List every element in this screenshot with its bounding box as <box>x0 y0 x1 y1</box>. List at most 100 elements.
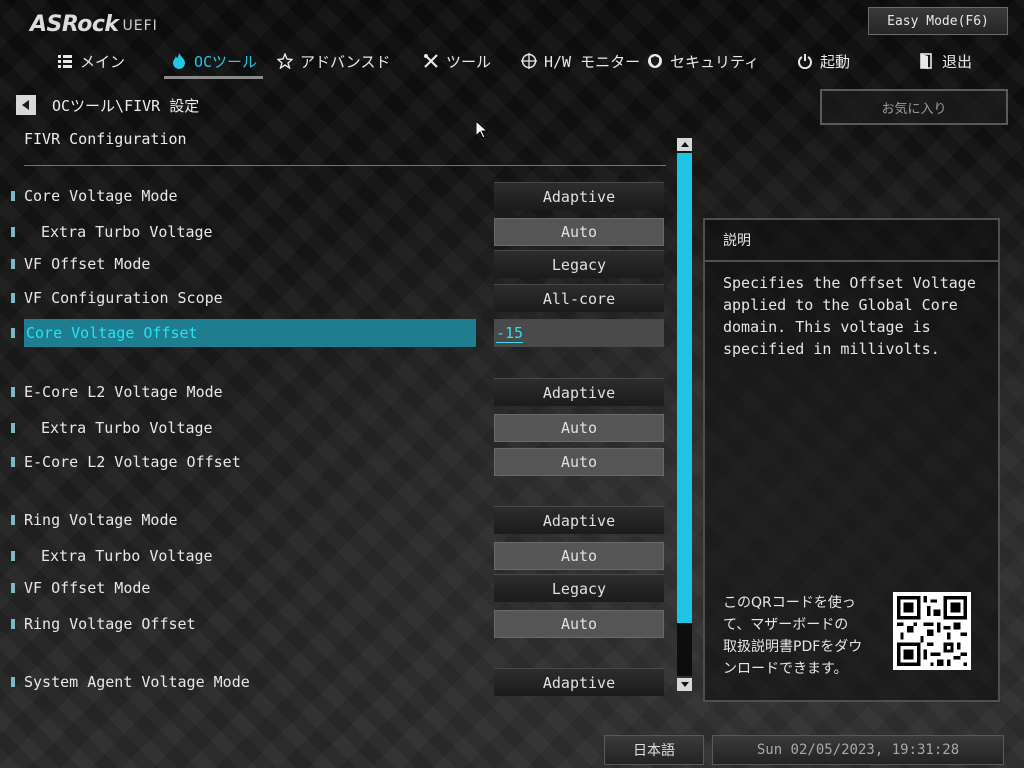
vf-offset-mode-select[interactable]: Legacy <box>494 250 664 278</box>
ecore-extra-turbo-voltage-input[interactable]: Auto <box>494 414 664 442</box>
setting-core-extra-turbo-voltage: Extra Turbo Voltage Auto <box>0 218 668 246</box>
row-marker <box>11 259 15 269</box>
setting-label: VF Offset Mode <box>24 255 151 273</box>
row-marker <box>11 423 15 433</box>
ecore-l2-voltage-offset-input[interactable]: Auto <box>494 448 664 476</box>
setting-label: Extra Turbo Voltage <box>41 223 213 241</box>
section-title: FIVR Configuration <box>24 130 187 148</box>
core-extra-turbo-voltage-input[interactable]: Auto <box>494 218 664 246</box>
star-icon <box>276 52 294 70</box>
setting-system-agent-voltage-mode: System Agent Voltage Mode Adaptive <box>0 668 668 696</box>
tab-hw-monitor-label: H/W モニター <box>544 52 641 71</box>
core-voltage-mode-select[interactable]: Adaptive <box>494 182 664 210</box>
row-marker <box>11 457 15 467</box>
datetime-display: Sun 02/05/2023, 19:31:28 <box>712 735 1004 765</box>
system-agent-voltage-mode-select[interactable]: Adaptive <box>494 668 664 696</box>
qr-caption: このQRコードを使っ て、マザーボードの 取扱説明書PDFをダウ ンロードできま… <box>723 595 863 677</box>
setting-label-row[interactable]: E-Core L2 Voltage Mode <box>24 378 476 406</box>
tab-advanced-label: アドバンスド <box>300 52 391 71</box>
scrollbar-thumb[interactable] <box>677 153 692 623</box>
row-marker <box>11 191 15 201</box>
tab-security[interactable]: セキュリティ <box>646 45 759 77</box>
asrock-logo: ASRock UEFI <box>30 9 158 37</box>
ecore-l2-voltage-mode-select[interactable]: Adaptive <box>494 378 664 406</box>
setting-core-voltage-mode: Core Voltage Mode Adaptive <box>0 182 668 210</box>
setting-label: Ring Voltage Offset <box>24 615 196 633</box>
row-marker <box>11 551 15 561</box>
setting-ecore-l2-voltage-mode: E-Core L2 Voltage Mode Adaptive <box>0 378 668 406</box>
setting-label-row[interactable]: VF Configuration Scope <box>24 284 476 312</box>
ring-voltage-offset-input[interactable]: Auto <box>494 610 664 638</box>
language-button[interactable]: 日本語 <box>604 735 704 765</box>
power-icon <box>796 52 814 70</box>
setting-label-row[interactable]: VF Offset Mode <box>24 250 476 278</box>
section-divider <box>24 165 666 166</box>
setting-label: Extra Turbo Voltage <box>41 547 213 565</box>
setting-label-row[interactable]: Extra Turbo Voltage <box>24 218 476 246</box>
description-title: 説明 <box>705 220 998 262</box>
mouse-cursor-icon <box>476 121 488 139</box>
scroll-up-button[interactable] <box>677 138 692 151</box>
scroll-down-button[interactable] <box>677 678 692 691</box>
setting-label-row[interactable]: E-Core L2 Voltage Offset <box>24 448 476 476</box>
setting-label-row[interactable]: Ring Voltage Offset <box>24 610 476 638</box>
list-icon <box>56 52 74 70</box>
row-marker <box>11 387 15 397</box>
logo-sub-text: UEFI <box>122 18 158 34</box>
tab-security-label: セキュリティ <box>670 52 760 71</box>
setting-label: Core Voltage Offset <box>26 324 198 342</box>
setting-label: VF Configuration Scope <box>24 289 223 307</box>
setting-core-voltage-offset: Core Voltage Offset -15 <box>0 319 668 347</box>
shield-icon <box>646 52 664 70</box>
logo-main-text: ASRock <box>30 12 119 37</box>
setting-label-row[interactable]: Extra Turbo Voltage <box>24 414 476 442</box>
tab-boot-label: 起動 <box>820 52 851 71</box>
tab-exit[interactable]: 退出 <box>918 45 972 77</box>
tab-oc-tweaker[interactable]: OCツール <box>163 45 264 79</box>
setting-ring-extra-turbo-voltage: Extra Turbo Voltage Auto <box>0 542 668 570</box>
favorite-button[interactable]: お気に入り <box>820 89 1008 125</box>
row-marker <box>11 293 15 303</box>
description-panel: 説明 Specifies the Offset Voltage applied … <box>703 218 1000 702</box>
setting-label: VF Offset Mode <box>24 579 151 597</box>
core-voltage-offset-value: -15 <box>496 323 524 343</box>
tab-hw-monitor[interactable]: H/W モニター <box>520 45 640 77</box>
crosshair-icon <box>520 52 538 70</box>
tab-main-label: メイン <box>80 52 126 71</box>
qr-code-image <box>893 592 971 670</box>
tab-main[interactable]: メイン <box>56 45 125 77</box>
tab-advanced[interactable]: アドバンスド <box>276 45 390 77</box>
setting-label-row[interactable]: Ring Voltage Mode <box>24 506 476 534</box>
setting-label: Core Voltage Mode <box>24 187 178 205</box>
vf-configuration-scope-select[interactable]: All-core <box>494 284 664 312</box>
setting-label-row[interactable]: Core Voltage Mode <box>24 182 476 210</box>
flame-icon <box>170 52 188 70</box>
setting-label: E-Core L2 Voltage Offset <box>24 453 241 471</box>
easy-mode-button[interactable]: Easy Mode(F6) <box>868 7 1008 35</box>
setting-label-row[interactable]: VF Offset Mode <box>24 574 476 602</box>
setting-label: Extra Turbo Voltage <box>41 419 213 437</box>
ring-extra-turbo-voltage-input[interactable]: Auto <box>494 542 664 570</box>
ring-vf-offset-mode-select[interactable]: Legacy <box>494 574 664 602</box>
setting-label-row[interactable]: System Agent Voltage Mode <box>24 668 476 696</box>
row-marker <box>11 583 15 593</box>
description-text: Specifies the Offset Voltage applied to … <box>723 274 976 358</box>
tab-boot[interactable]: 起動 <box>796 45 850 77</box>
setting-ecore-extra-turbo-voltage: Extra Turbo Voltage Auto <box>0 414 668 442</box>
tools-icon <box>422 52 440 70</box>
ring-voltage-mode-select[interactable]: Adaptive <box>494 506 664 534</box>
row-marker <box>11 677 15 687</box>
setting-label: Ring Voltage Mode <box>24 511 178 529</box>
setting-vf-offset-mode: VF Offset Mode Legacy <box>0 250 668 278</box>
exit-icon <box>918 52 936 70</box>
row-marker <box>11 619 15 629</box>
setting-ring-voltage-offset: Ring Voltage Offset Auto <box>0 610 668 638</box>
setting-label-row[interactable]: Extra Turbo Voltage <box>24 542 476 570</box>
tab-tool[interactable]: ツール <box>422 45 491 77</box>
setting-label: E-Core L2 Voltage Mode <box>24 383 223 401</box>
breadcrumb: OCツール\FIVR 設定 <box>52 97 200 115</box>
core-voltage-offset-input[interactable]: -15 <box>494 319 664 347</box>
back-button[interactable] <box>16 95 36 115</box>
setting-label: System Agent Voltage Mode <box>24 673 250 691</box>
setting-label-row[interactable]: Core Voltage Offset <box>24 319 476 347</box>
